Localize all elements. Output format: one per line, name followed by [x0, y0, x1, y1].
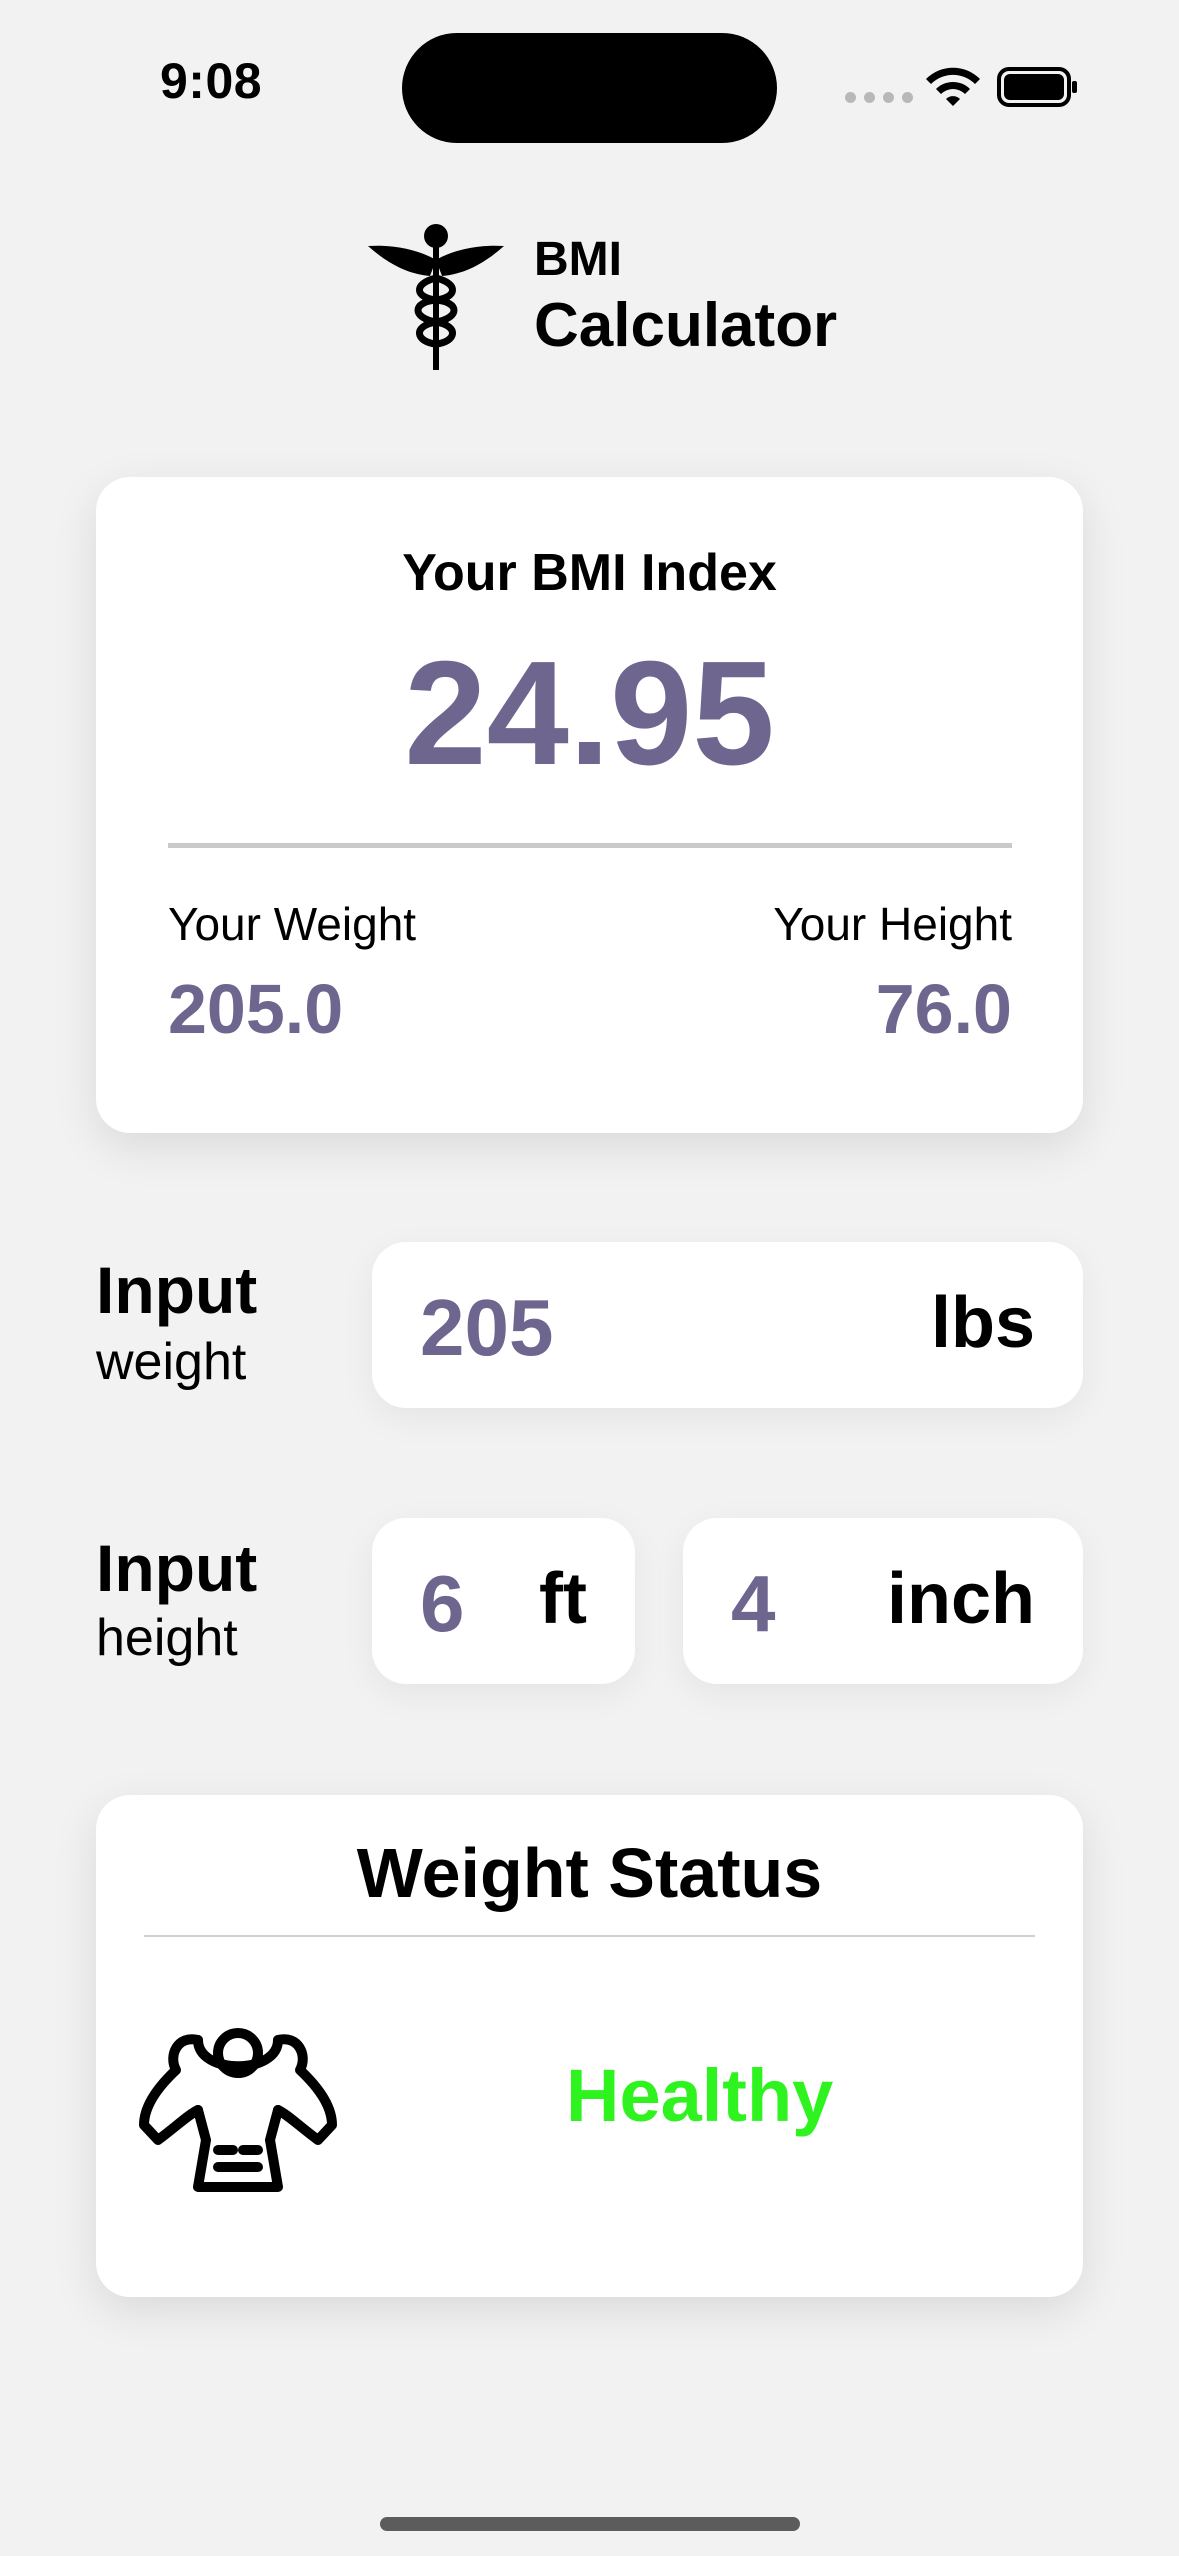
feet-input-value[interactable]: 6 — [420, 1558, 465, 1650]
weight-status-title: Weight Status — [356, 1834, 823, 1912]
feet-unit-label: ft — [539, 1559, 587, 1639]
weight-status-value: Healthy — [566, 2054, 834, 2137]
bmi-index-value: 24.95 — [404, 631, 775, 796]
weight-input-value[interactable]: 205 — [420, 1282, 553, 1374]
weight-status-card: Weight Status Healthy — [96, 1795, 1083, 2297]
wifi-icon — [926, 67, 980, 106]
feet-input-field[interactable]: 6 ft — [372, 1518, 635, 1684]
brand-title-bottom: Calculator — [534, 291, 838, 360]
weight-unit-label: lbs — [930, 1283, 1035, 1363]
muscle-icon — [139, 2028, 337, 2192]
height-summary-value: 76.0 — [875, 970, 1012, 1048]
caduceus-icon — [368, 224, 504, 370]
home-indicator[interactable] — [380, 2517, 800, 2531]
weight-input-label: Input — [96, 1253, 258, 1327]
battery-icon — [997, 67, 1077, 107]
result-divider — [168, 843, 1012, 848]
height-input-sublabel: height — [96, 1609, 238, 1667]
height-summary-label: Your Height — [773, 898, 1012, 950]
status-time: 9:08 — [160, 53, 263, 109]
bmi-index-title: Your BMI Index — [402, 544, 777, 602]
dynamic-island — [402, 33, 777, 143]
inch-input-field[interactable]: 4 inch — [683, 1518, 1083, 1684]
inch-input-value[interactable]: 4 — [731, 1558, 776, 1650]
weight-summary-value: 205.0 — [168, 970, 344, 1048]
inch-unit-label: inch — [886, 1559, 1035, 1639]
status-divider — [144, 1935, 1035, 1937]
cellular-signal-icon — [845, 92, 913, 103]
weight-input-field[interactable]: 205 lbs — [372, 1242, 1083, 1408]
weight-summary-label: Your Weight — [168, 898, 417, 950]
bmi-result-card: Your BMI Index 24.95 Your Weight Your He… — [96, 477, 1083, 1133]
weight-input-sublabel: weight — [96, 1333, 247, 1391]
height-input-label: Input — [96, 1531, 258, 1605]
brand-title-top: BMI — [534, 233, 622, 286]
